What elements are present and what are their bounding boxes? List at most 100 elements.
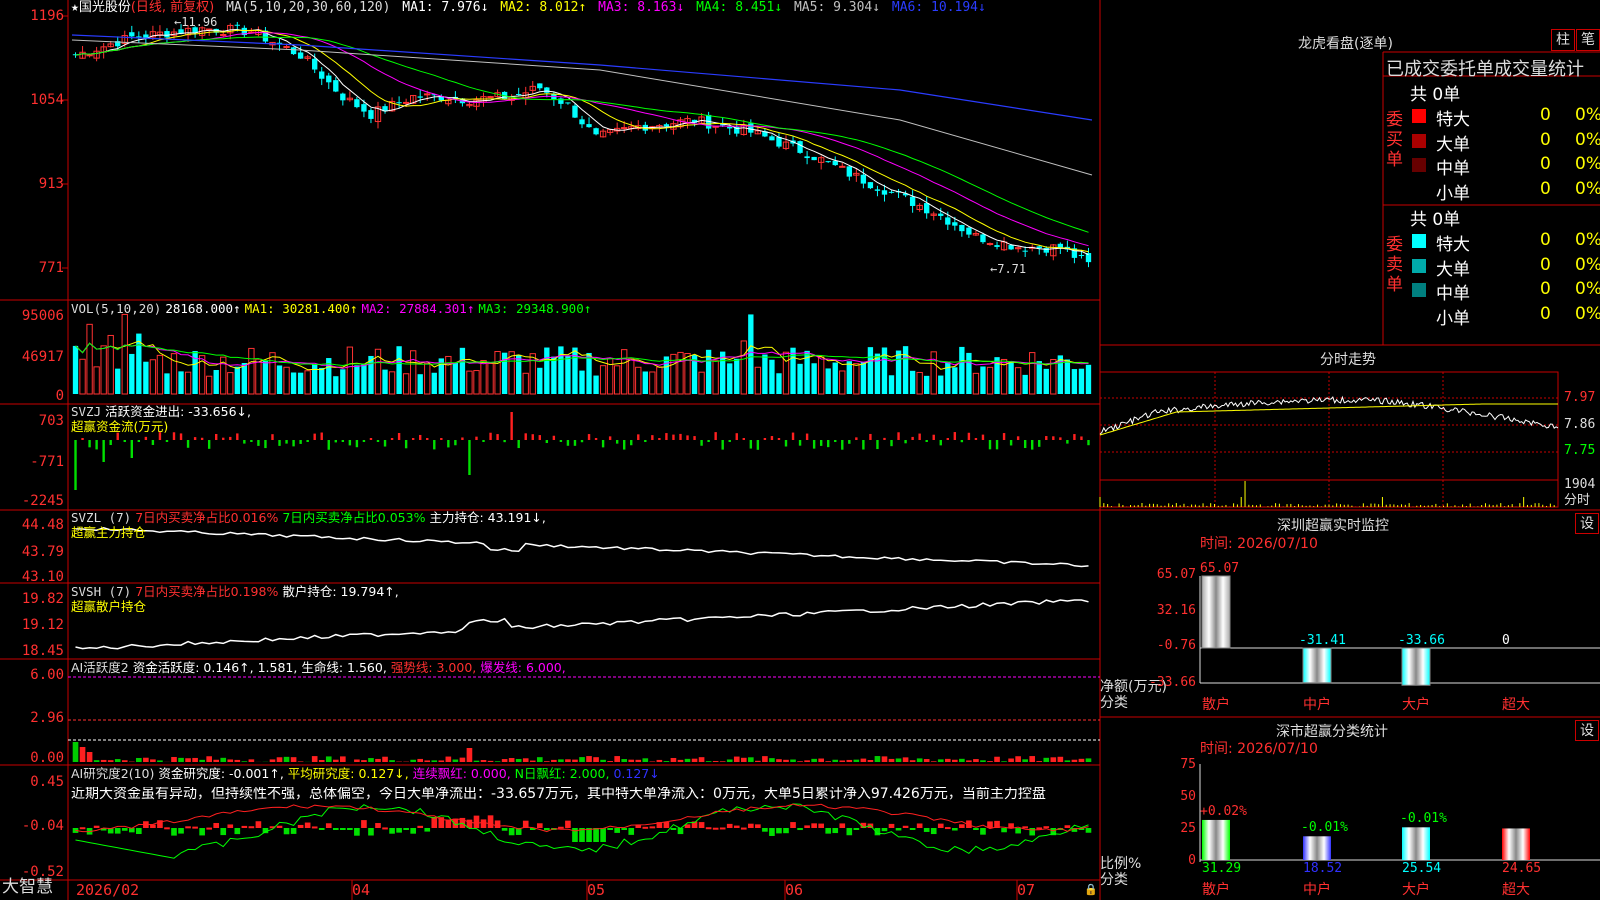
volume-bar bbox=[115, 368, 121, 394]
order-percent: 0% bbox=[1575, 105, 1600, 125]
low-price-annotation: ←7.71 bbox=[990, 262, 1027, 276]
svzl-label: SVZL (7) bbox=[71, 510, 132, 525]
stock-name[interactable]: 国光股份 bbox=[79, 0, 131, 15]
fund-flow-bar bbox=[1023, 440, 1027, 449]
lock-icon[interactable]: 🔒 bbox=[1084, 882, 1098, 897]
vol-ma3: MA3: 29348.900↑ bbox=[478, 301, 592, 316]
stats-tabs[interactable]: 已成交委托单成交量统计 bbox=[1386, 55, 1600, 81]
dragon-panel-title: 龙虎看盘(逐单) bbox=[1298, 36, 1393, 52]
monitor-bar bbox=[1401, 647, 1431, 686]
svzl-main-position: 主力持仓: 43.191↓, bbox=[429, 510, 546, 525]
fund-flow-bar bbox=[777, 438, 781, 440]
activity-bar bbox=[909, 760, 916, 762]
volume-bar bbox=[1043, 368, 1049, 394]
activity-bar bbox=[902, 757, 909, 762]
research-bar bbox=[255, 821, 262, 828]
candle-body bbox=[846, 166, 852, 177]
volume-bar bbox=[980, 366, 986, 394]
volume-bar bbox=[205, 375, 213, 395]
fund-flow-bar bbox=[573, 440, 577, 446]
ma-label: MA(5,10,20,30,60,120) bbox=[226, 0, 391, 15]
activity-bar bbox=[1036, 761, 1043, 762]
candle-body bbox=[945, 217, 951, 225]
category-settings-button[interactable]: 设 bbox=[1575, 720, 1599, 741]
activity-bar bbox=[607, 761, 613, 762]
fund-flow-bar bbox=[376, 440, 380, 442]
favorite-star-icon[interactable]: ★ bbox=[71, 0, 79, 15]
activity-bar bbox=[558, 759, 564, 762]
research-bar bbox=[347, 828, 353, 830]
fund-flow-bar bbox=[1080, 436, 1083, 440]
volume-bar bbox=[853, 363, 860, 395]
fund-flow-bar bbox=[1031, 440, 1034, 450]
research-bar bbox=[241, 825, 248, 828]
activity-bar bbox=[1057, 756, 1064, 762]
fund-flow-bar bbox=[601, 440, 605, 448]
activity-bar bbox=[586, 756, 592, 762]
research-bar bbox=[375, 823, 381, 828]
activity-bar bbox=[959, 758, 965, 762]
volume-bar bbox=[1057, 355, 1064, 394]
price-header: ★国光股份(日线, 前复权) MA(5,10,20,30,60,120) MA1… bbox=[71, 0, 986, 15]
svzl-ratio1: 7日内买卖净占比0.016% bbox=[135, 510, 279, 525]
fund-flow-bar bbox=[468, 440, 471, 475]
category-xlabel: 分类 bbox=[1100, 872, 1128, 888]
candle-body bbox=[164, 31, 170, 38]
research-bar bbox=[473, 815, 480, 828]
research-bar bbox=[417, 825, 424, 828]
vol-header: VOL(5,10,20) 28168.000↑ MA1: 30281.400↑ MA2… bbox=[71, 301, 595, 316]
fund-flow-bar bbox=[644, 440, 647, 442]
ai-research-label: AI研究度2(10) bbox=[71, 766, 155, 781]
activity-bar bbox=[937, 759, 944, 762]
candle-body bbox=[234, 24, 240, 26]
volume-bar bbox=[924, 375, 930, 394]
volume-bar bbox=[874, 353, 881, 394]
fund-flow-bar bbox=[130, 440, 133, 458]
volume-bar bbox=[1029, 352, 1036, 395]
activity-bar bbox=[621, 759, 628, 762]
candle-body bbox=[1043, 247, 1049, 253]
research-bar bbox=[642, 826, 649, 829]
sell-orders-label: 委卖单 bbox=[1386, 235, 1403, 295]
svsh-subtitle: 超赢散户持仓 bbox=[71, 599, 147, 614]
volume-bar bbox=[269, 352, 276, 395]
activity-bar bbox=[410, 759, 416, 762]
fund-flow-bar bbox=[1059, 437, 1062, 440]
ai-average-research: 平均研究度: 0.127↓, bbox=[287, 766, 409, 781]
volume-bar bbox=[283, 366, 290, 395]
x-axis-label: 04 bbox=[352, 881, 371, 899]
monitor-settings-button[interactable]: 设 bbox=[1575, 513, 1599, 534]
activity-bar bbox=[1015, 756, 1021, 762]
research-bar bbox=[937, 823, 944, 828]
fund-flow-bar bbox=[341, 440, 345, 442]
line-view-button[interactable]: 笔 bbox=[1576, 29, 1600, 51]
order-percent: 0% bbox=[1575, 154, 1600, 174]
fund-flow-bar bbox=[355, 440, 359, 448]
research-bar bbox=[586, 828, 592, 842]
ai-activity-tick: 6.00 bbox=[30, 667, 64, 683]
volume-bar bbox=[776, 373, 782, 394]
column-view-button[interactable]: 柱 bbox=[1551, 29, 1575, 51]
volume-bar bbox=[346, 346, 354, 395]
candle-body bbox=[143, 34, 149, 38]
activity-bar bbox=[311, 756, 318, 762]
fund-flow-bar bbox=[925, 440, 928, 442]
svsh-label: SVSH (7) bbox=[71, 584, 132, 599]
fund-flow-bar bbox=[932, 434, 935, 440]
research-bar bbox=[839, 823, 846, 828]
fund-flow-bar bbox=[271, 434, 274, 440]
fund-flow-bar bbox=[151, 440, 155, 445]
fund-flow-bar bbox=[700, 440, 703, 446]
vol-value: 28168.000↑ bbox=[165, 301, 241, 316]
research-bar bbox=[797, 828, 803, 831]
ai-activity-tick: 2.96 bbox=[30, 710, 64, 726]
volume-bar bbox=[402, 373, 410, 395]
buy-orders-label: 委买单 bbox=[1386, 110, 1403, 170]
volume-bar bbox=[319, 367, 325, 394]
activity-bar bbox=[888, 758, 895, 762]
svzl-tick: 44.48 bbox=[21, 517, 64, 533]
activity-bar bbox=[480, 760, 487, 762]
research-bar bbox=[930, 828, 937, 835]
period-label[interactable]: (日线, 前复权) bbox=[131, 0, 214, 15]
intraday-tick: 7.97 bbox=[1564, 390, 1596, 405]
